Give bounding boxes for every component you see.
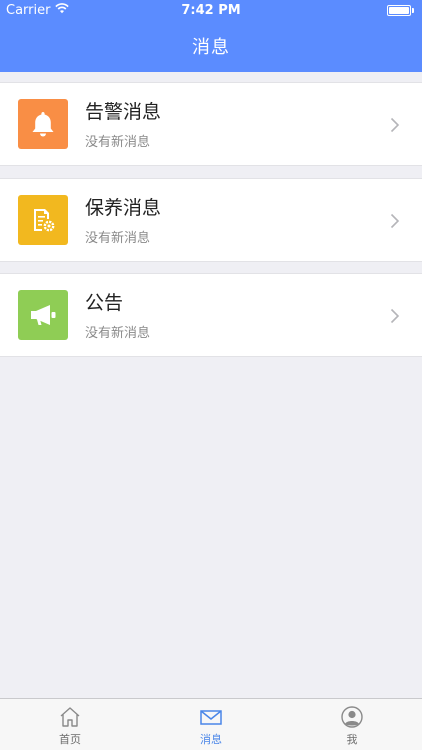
bell-icon	[18, 99, 68, 149]
chevron-right-icon	[390, 117, 400, 133]
tab-label: 首页	[59, 733, 81, 746]
megaphone-icon	[18, 290, 68, 340]
message-row-announcement[interactable]: 公告 没有新消息	[0, 273, 422, 357]
tab-home[interactable]: 首页	[0, 699, 140, 750]
mail-icon	[200, 710, 222, 725]
row-title: 告警消息	[85, 101, 162, 123]
message-row-alarm[interactable]: 告警消息 没有新消息	[0, 82, 422, 166]
tab-bar: 首页 消息 我	[0, 698, 422, 750]
tab-me[interactable]: 我	[282, 699, 422, 750]
maintenance-doc-icon	[18, 195, 68, 245]
message-row-maintenance[interactable]: 保养消息 没有新消息	[0, 178, 422, 262]
status-bar: Carrier 7:42 PM	[0, 0, 422, 22]
profile-icon	[341, 706, 363, 728]
row-subtitle: 没有新消息	[85, 135, 151, 150]
home-icon	[60, 707, 80, 727]
row-title: 公告	[85, 292, 124, 314]
tab-messages[interactable]: 消息	[141, 699, 281, 750]
tab-label: 我	[346, 733, 358, 746]
page-title: 消息	[192, 37, 230, 58]
chevron-right-icon	[390, 213, 400, 229]
header: Carrier 7:42 PM 消息	[0, 0, 422, 72]
status-time: 7:42 PM	[181, 3, 241, 18]
row-title: 保养消息	[85, 197, 162, 219]
tab-label: 消息	[200, 733, 222, 746]
chevron-right-icon	[390, 308, 400, 324]
battery-icon	[387, 5, 414, 16]
row-subtitle: 没有新消息	[85, 326, 151, 341]
row-subtitle: 没有新消息	[85, 231, 151, 246]
